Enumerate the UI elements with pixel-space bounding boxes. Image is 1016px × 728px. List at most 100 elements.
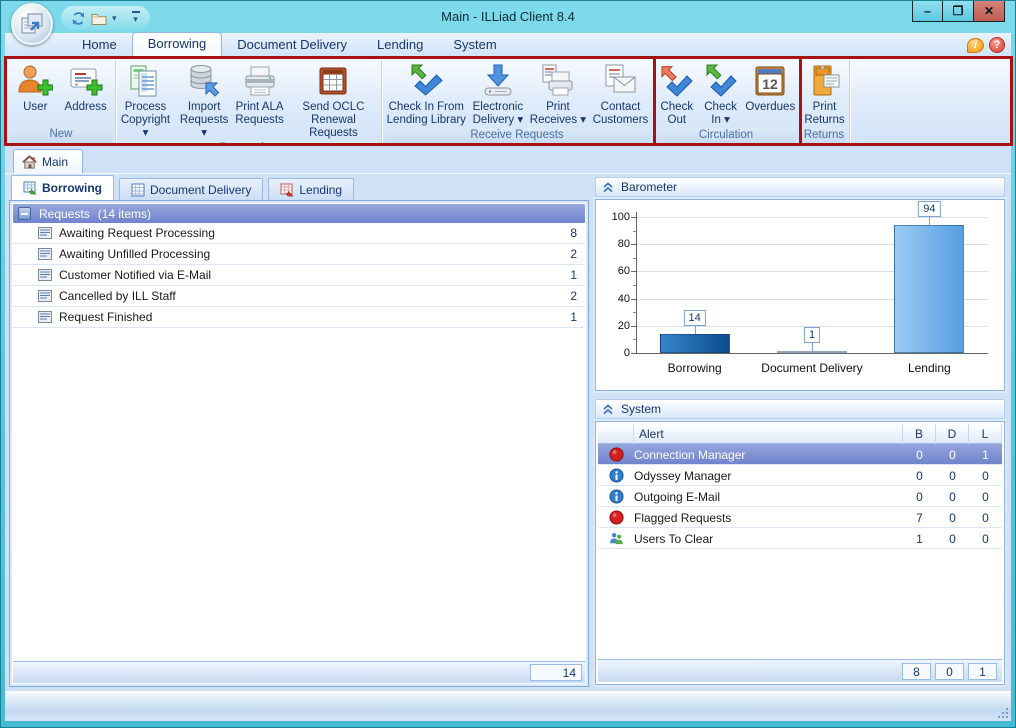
system-panel-header[interactable]: System <box>595 399 1005 419</box>
document-delivery-grid-icon <box>131 183 145 197</box>
y-axis-tick-label: 20 <box>600 320 630 332</box>
button-label: Print <box>546 101 570 114</box>
requests-total: 14 <box>530 664 582 681</box>
collapse-chevrons-icon <box>602 403 614 415</box>
tab-lending[interactable]: Lending <box>268 178 354 200</box>
queue-label: Awaiting Request Processing <box>59 226 215 240</box>
ribbon-tab-lending[interactable]: Lending <box>362 33 438 57</box>
system-alert-row[interactable]: Users To Clear100 <box>598 528 1002 549</box>
user-button[interactable]: User <box>14 61 56 115</box>
electronic-delivery-button[interactable]: ElectronicDelivery ▾ <box>471 61 526 128</box>
lending-grid-icon <box>280 183 294 197</box>
value-label-connector <box>812 343 813 351</box>
import-requests-button[interactable]: ImportRequests ▾ <box>175 61 233 141</box>
request-queue-row[interactable]: Request Finished1 <box>13 307 585 328</box>
customize-quick-access-icon[interactable]: ▾ <box>132 11 140 25</box>
maximize-button[interactable]: ❐ <box>943 1 974 22</box>
ribbon-tab-system[interactable]: System <box>438 33 511 57</box>
help-icon[interactable]: ? <box>989 37 1005 53</box>
column-l[interactable]: L <box>969 424 1002 444</box>
alert-count-l: 0 <box>969 465 1002 486</box>
button-label: Receives ▾ <box>530 114 586 127</box>
request-queue-row[interactable]: Awaiting Unfilled Processing 2 <box>13 244 585 265</box>
queue-count: 2 <box>570 247 577 261</box>
application-menu-button[interactable] <box>11 3 53 45</box>
new-folder-icon[interactable] <box>91 12 107 25</box>
requests-group-header[interactable]: Requests (14 items) <box>13 204 585 223</box>
queue-label: Cancelled by ILL Staff <box>59 289 176 303</box>
request-grid-icon <box>38 269 52 281</box>
request-queue-row[interactable]: Awaiting Request Processing8 <box>13 223 585 244</box>
button-label: Contact <box>601 101 641 114</box>
system-alert-row[interactable]: Outgoing E-Mail000 <box>598 486 1002 507</box>
system-alert-row[interactable]: Odyssey Manager000 <box>598 465 1002 486</box>
tip-icon[interactable]: i <box>967 38 984 53</box>
refresh-icon[interactable] <box>71 11 86 26</box>
close-button[interactable]: ✕ <box>974 1 1005 22</box>
app-logo-icon <box>19 11 45 37</box>
check-in-lending-icon <box>407 62 445 100</box>
process-copyright-button[interactable]: ProcessCopyright ▾ <box>116 61 175 141</box>
column-b[interactable]: B <box>903 424 936 444</box>
minimize-button[interactable]: – <box>912 1 943 22</box>
resize-grip[interactable] <box>996 706 1008 718</box>
requests-list: Requests (14 items) Awaiting Request Pro… <box>9 200 589 687</box>
request-queue-row[interactable]: Cancelled by ILL Staff 2 <box>13 286 585 307</box>
user-add-icon <box>16 62 54 100</box>
alert-label: Users To Clear <box>634 528 903 549</box>
print-receives-icon <box>539 62 577 100</box>
collapse-icon[interactable] <box>18 207 31 220</box>
ribbon-group-processing: ProcessCopyright ▾ImportRequests ▾Print … <box>116 60 382 144</box>
barometer-panel-header[interactable]: Barometer <box>595 177 1005 197</box>
ribbon-group-new: UserAddress New <box>8 60 116 144</box>
alert-label: Flagged Requests <box>634 507 903 528</box>
document-tab-main[interactable]: Main <box>13 149 83 173</box>
button-label: Renewal Requests <box>288 114 379 140</box>
address-button[interactable]: Address <box>63 61 109 115</box>
ribbon-group-caption: New <box>10 127 112 143</box>
queue-label: Awaiting Unfilled Processing <box>59 247 210 261</box>
button-label: Overdues <box>745 101 795 114</box>
y-axis-line <box>636 212 637 353</box>
system-totals-footer: 8 0 1 <box>598 659 1002 682</box>
alert-label: Connection Manager <box>634 444 903 465</box>
contact-customers-icon <box>601 62 639 100</box>
request-queue-row[interactable]: Customer Notified via E-Mail1 <box>13 265 585 286</box>
y-axis-tick-label: 40 <box>600 293 630 305</box>
borrowing-grid-icon <box>23 181 37 195</box>
button-label: Print <box>813 101 837 114</box>
queue-count: 2 <box>570 289 577 303</box>
ribbon-tab-document-delivery[interactable]: Document Delivery <box>222 33 362 57</box>
requests-group-title: Requests <box>39 207 90 221</box>
new-folder-caret-icon[interactable]: ▾ <box>112 13 117 24</box>
requests-footer: 14 <box>13 661 585 683</box>
print-ala-requests-button[interactable]: Print ALARequests <box>233 61 286 128</box>
check-in-from-lending-library-button[interactable]: Check In FromLending Library <box>385 61 468 128</box>
window-title: Main - ILLiad Client 8.4 <box>201 9 815 24</box>
column-d[interactable]: D <box>936 424 969 444</box>
requests-panel: Borrowing Document Delivery Lending <box>9 175 589 687</box>
overdues-button[interactable]: 12 Overdues <box>743 61 797 115</box>
x-axis-category-label: Document Delivery <box>753 361 870 375</box>
ribbon-tab-borrowing[interactable]: Borrowing <box>132 32 223 57</box>
svg-text:12: 12 <box>762 76 778 92</box>
system-alert-row[interactable]: Flagged Requests700 <box>598 507 1002 528</box>
contact-customers-button[interactable]: ContactCustomers <box>591 61 651 128</box>
print-receives-button[interactable]: PrintReceives ▾ <box>528 61 588 128</box>
tab-borrowing[interactable]: Borrowing <box>11 175 114 200</box>
electronic-delivery-icon <box>479 62 517 100</box>
print-returns-button[interactable]: PrintReturns <box>802 61 846 128</box>
stop-icon <box>609 510 624 525</box>
check-out-button[interactable]: CheckOut <box>656 61 698 128</box>
send-oclc-renewal-requests-button[interactable]: Send OCLCRenewal Requests <box>286 61 381 141</box>
alert-count-d: 0 <box>936 465 969 486</box>
system-total-d: 0 <box>935 663 964 680</box>
tab-document-delivery[interactable]: Document Delivery <box>119 178 263 200</box>
system-alert-row[interactable]: Connection Manager001 <box>598 444 1002 465</box>
column-alert[interactable]: Alert <box>634 424 903 444</box>
title-bar[interactable]: ▾ ▾ Main - ILLiad Client 8.4 – ❐ ✕ <box>1 1 1015 33</box>
button-label: Check <box>660 101 693 114</box>
value-label: 94 <box>918 201 940 217</box>
ribbon-tab-home[interactable]: Home <box>67 33 132 57</box>
check-in-button[interactable]: CheckIn ▾ <box>700 61 742 128</box>
